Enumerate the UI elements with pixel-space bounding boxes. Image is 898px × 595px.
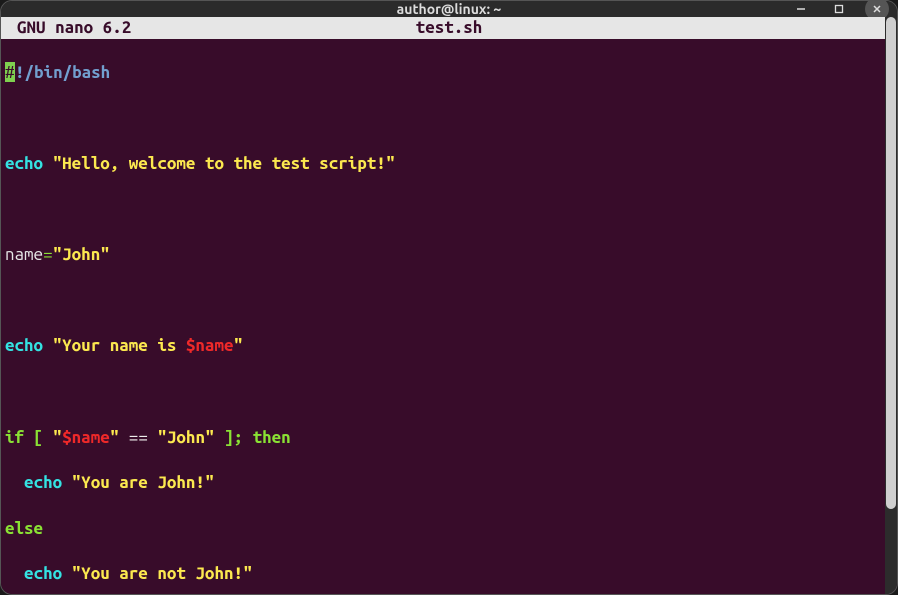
code-line: name="John" [5,244,893,267]
code-line: if [ "$name" == "John" ]; then [5,427,893,450]
code-line: else [5,518,893,541]
code-line: echo "Your name is $name" [5,335,893,358]
code-line: echo "You are John!" [5,472,893,495]
code-line [5,381,893,404]
cursor: # [5,62,15,82]
code-line [5,290,893,313]
code-line: #!/bin/bash [5,62,893,85]
titlebar: author@linux: ~ [1,1,897,17]
scrollbar[interactable] [885,17,897,595]
terminal-window: author@linux: ~ GNU nano 6.2 test.sh #!/… [0,0,898,595]
code-line: echo "Hello, welcome to the test script!… [5,153,893,176]
minimize-icon [795,3,807,15]
window-title: author@linux: ~ [397,1,502,17]
code-line [5,199,893,222]
close-icon [871,3,883,15]
nano-filename: test.sh [416,17,483,40]
editor-area[interactable]: #!/bin/bash echo "Hello, welcome to the … [1,39,897,595]
maximize-icon [833,3,845,15]
code-line: echo "You are not John!" [5,563,893,586]
nano-header: GNU nano 6.2 test.sh [1,17,897,39]
scrollbar-thumb[interactable] [886,17,896,509]
nano-version: GNU nano 6.2 [5,17,131,40]
code-line [5,107,893,130]
terminal-body[interactable]: GNU nano 6.2 test.sh #!/bin/bash echo "H… [1,17,897,595]
